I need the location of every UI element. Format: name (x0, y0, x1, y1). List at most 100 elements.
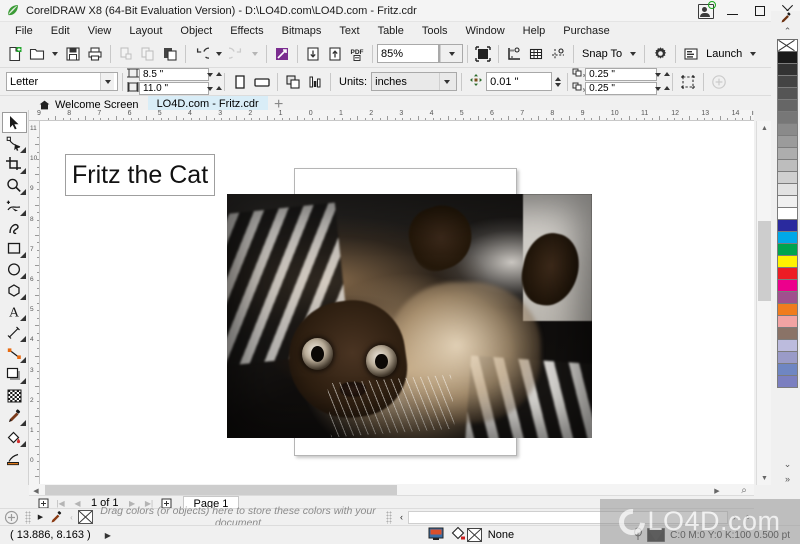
open-document-button[interactable] (26, 43, 48, 65)
zoom-level-dropdown[interactable] (439, 44, 463, 63)
cut-button[interactable] (115, 43, 137, 65)
palette-swatch[interactable] (777, 52, 798, 64)
palette-swatch[interactable] (777, 88, 798, 100)
palette-scroll-down[interactable]: ⌄ (777, 458, 798, 471)
page-width-field[interactable]: 8.5 " (139, 68, 209, 81)
palette-swatch[interactable] (777, 160, 798, 172)
dock-grip-right[interactable] (386, 511, 392, 524)
palette-swatch[interactable] (777, 340, 798, 352)
all-pages-button[interactable] (282, 71, 304, 93)
menu-layout[interactable]: Layout (120, 23, 171, 39)
page-height-spinner[interactable] (209, 82, 220, 95)
zoom-tool[interactable] (2, 175, 27, 196)
palette-swatch[interactable] (777, 244, 798, 256)
menu-object[interactable]: Object (171, 23, 221, 39)
polygon-tool[interactable] (2, 280, 27, 301)
palette-swatch[interactable] (777, 328, 798, 340)
transparency-tool[interactable] (2, 385, 27, 406)
open-dropdown-caret[interactable] (52, 52, 58, 56)
palette-swatch[interactable] (777, 256, 798, 268)
menu-file[interactable]: File (6, 23, 42, 39)
menu-help[interactable]: Help (514, 23, 555, 39)
menu-effects[interactable]: Effects (221, 23, 272, 39)
export-button[interactable] (324, 43, 346, 65)
palette-swatch[interactable] (777, 184, 798, 196)
palette-swatch[interactable] (777, 304, 798, 316)
crop-tool[interactable] (2, 154, 27, 175)
eyedropper-palette-icon[interactable] (780, 12, 792, 27)
dock-collapse-arrow[interactable]: ‹ (395, 511, 408, 524)
palette-swatch[interactable] (777, 376, 798, 388)
palette-swatch[interactable] (777, 148, 798, 160)
dock-color-area[interactable] (408, 511, 728, 524)
interactive-fill-tool[interactable] (2, 427, 27, 448)
palette-swatch[interactable] (777, 112, 798, 124)
palette-swatch[interactable] (777, 136, 798, 148)
page-height-field[interactable]: 11.0 " (139, 82, 209, 95)
palette-swatch[interactable] (777, 268, 798, 280)
palette-swatch[interactable] (777, 364, 798, 376)
palette-swatch[interactable] (777, 352, 798, 364)
palette-swatch[interactable] (777, 208, 798, 220)
drawing-canvas[interactable]: Fritz the Cat (40, 121, 754, 485)
menu-table[interactable]: Table (369, 23, 413, 39)
page-bleed-button[interactable] (677, 71, 699, 93)
dock-eyedropper-icon[interactable] (47, 511, 65, 524)
palette-swatch[interactable] (777, 280, 798, 292)
vertical-scroll-thumb[interactable] (758, 221, 771, 301)
redo-button[interactable] (226, 43, 248, 65)
undo-dropdown-caret[interactable] (216, 52, 222, 56)
add-color-button[interactable] (0, 509, 22, 525)
search-content-button[interactable] (271, 43, 293, 65)
ellipse-tool[interactable] (2, 259, 27, 280)
publish-pdf-button[interactable]: PDF (346, 43, 368, 65)
dock-zoom-icon[interactable]: ⌕ (741, 511, 754, 524)
rectangle-tool[interactable] (2, 238, 27, 259)
palette-expand[interactable]: » (777, 472, 798, 485)
drop-shadow-tool[interactable] (2, 364, 27, 385)
menu-tools[interactable]: Tools (413, 23, 457, 39)
status-expand-arrow[interactable]: ▶ (105, 531, 111, 540)
palette-swatch[interactable] (777, 76, 798, 88)
show-guides-button[interactable] (547, 43, 569, 65)
duplicate-y-field[interactable]: 0.25 " (585, 82, 657, 95)
screen-color-icon[interactable] (428, 527, 444, 544)
dock-expand-arrow[interactable]: ▶ (34, 511, 47, 524)
fill-swatch-icon[interactable] (450, 526, 466, 544)
artistic-media-tool[interactable] (2, 217, 27, 238)
save-document-button[interactable] (62, 43, 84, 65)
minimize-button[interactable] (719, 0, 746, 22)
palette-swatch[interactable] (777, 100, 798, 112)
dock-prev-arrow[interactable]: ‹ (65, 511, 78, 524)
palette-swatch[interactable] (777, 124, 798, 136)
palette-swatch[interactable] (777, 172, 798, 184)
parallel-dimension-tool[interactable] (2, 322, 27, 343)
palette-swatch[interactable] (777, 232, 798, 244)
menu-window[interactable]: Window (457, 23, 514, 39)
dock-grip[interactable] (25, 511, 31, 524)
orientation-landscape-button[interactable] (251, 71, 273, 93)
freehand-tool[interactable] (2, 196, 27, 217)
outline-pen-icon[interactable] (632, 527, 644, 544)
menu-purchase[interactable]: Purchase (554, 23, 618, 39)
launch-button[interactable] (680, 43, 702, 65)
smart-fill-tool[interactable] (2, 448, 27, 469)
vertical-ruler[interactable]: 111098765432101 (29, 121, 40, 485)
menu-view[interactable]: View (79, 23, 121, 39)
options-button[interactable] (649, 43, 671, 65)
account-button[interactable] (692, 0, 719, 22)
outline-color-swatch[interactable] (647, 528, 665, 542)
swatch-none[interactable] (777, 39, 798, 52)
pick-tool[interactable] (2, 112, 27, 133)
shape-tool[interactable] (2, 133, 27, 154)
menu-text[interactable]: Text (330, 23, 368, 39)
add-button[interactable] (708, 71, 730, 93)
nudge-offset-spinner[interactable] (552, 73, 563, 90)
orientation-portrait-button[interactable] (229, 71, 251, 93)
color-eyedropper-tool[interactable] (2, 406, 27, 427)
nudge-offset-field[interactable]: 0.01 " (486, 72, 552, 91)
straight-line-connector-tool[interactable] (2, 343, 27, 364)
palette-swatch[interactable] (777, 292, 798, 304)
page-size-combo[interactable]: Letter (6, 72, 118, 91)
menu-bitmaps[interactable]: Bitmaps (273, 23, 331, 39)
